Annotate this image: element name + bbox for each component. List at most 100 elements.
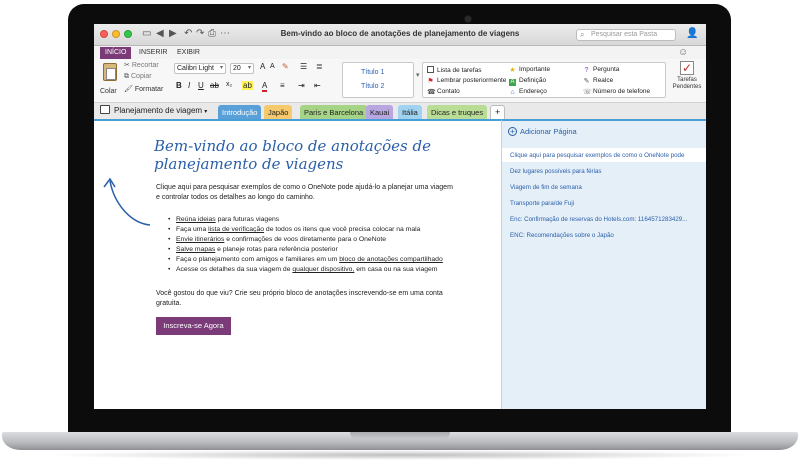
section-tab-italia[interactable]: Itália — [398, 105, 422, 119]
bullet-text: e confirmações de voos diretamente para … — [224, 236, 387, 243]
bold-button[interactable]: B — [176, 81, 182, 90]
search-icon: ⌕ — [580, 30, 585, 39]
page-list-item[interactable]: ENC: Recomendações sobre o Japão — [502, 228, 706, 242]
tab-inserir[interactable]: INSERIR — [134, 47, 172, 59]
tag-important[interactable]: ★ Importante — [509, 66, 550, 74]
indent-icon[interactable]: ⇥ — [298, 81, 305, 90]
chevron-down-icon[interactable]: ▾ — [416, 71, 420, 79]
page-list-item[interactable]: Viagem de fim de semana — [502, 180, 706, 194]
paper-icon — [106, 68, 116, 80]
add-page-button[interactable]: + Adicionar Página — [508, 127, 577, 136]
font-size-select[interactable]: 20 ▾ — [230, 63, 254, 74]
tag-label: Definição — [519, 77, 547, 84]
bullet-link[interactable]: lista de verificação — [208, 226, 264, 233]
bullet-text: em casa ou na sua viagem — [354, 266, 438, 273]
page-canvas[interactable]: Bem-vindo ao bloco de anotações de plane… — [94, 119, 501, 409]
strikethrough-icon[interactable]: ab — [210, 81, 219, 90]
tag-contact[interactable]: ☎Contato — [427, 88, 460, 96]
italic-button[interactable]: I — [188, 81, 190, 90]
bullet-link[interactable]: Salve mapas — [176, 246, 215, 253]
page-title: Bem-vindo ao bloco de anotações de plane… — [154, 137, 432, 173]
bullet-link[interactable]: bloco de anotações compartilhado — [339, 256, 443, 263]
tag-label: Contato — [437, 88, 460, 95]
bullet-link[interactable]: Reúna ideias — [176, 216, 216, 223]
paste-button[interactable]: Colar — [100, 61, 120, 99]
tag-highlight[interactable]: ✎ Realce — [583, 77, 614, 85]
intro-paragraph[interactable]: Clique aqui para pesquisar exemplos de c… — [156, 183, 456, 203]
notebook-name: Planejamento de viagem — [114, 106, 203, 115]
style-heading-1[interactable]: Título 1 — [361, 69, 384, 76]
curved-arrow-icon — [103, 177, 151, 226]
font-family-select[interactable]: Calibri Light ▾ — [174, 63, 226, 74]
section-tab-paris-barcelona[interactable]: Paris e Barcelona — [300, 105, 368, 119]
font-family-value: Calibri Light — [177, 65, 214, 72]
tag-label: Número de telefone — [593, 88, 651, 95]
tasks-label: Tarefas Pendentes — [672, 77, 702, 90]
todo-tasks-button[interactable]: ✓ Tarefas Pendentes — [670, 61, 704, 91]
decrease-font-icon[interactable]: A — [270, 63, 275, 70]
copy-label: Copiar — [131, 73, 152, 80]
brush-icon: 🖌 — [124, 86, 133, 93]
share-person-icon[interactable]: 👤 — [686, 28, 698, 39]
list-item: Envie itinerários e confirmações de voos… — [168, 235, 496, 245]
tab-inicio[interactable]: INÍCIO — [100, 47, 132, 59]
search-input[interactable]: ⌕ Pesquisar esta Pasta — [576, 29, 676, 41]
tag-question[interactable]: ? Pergunta — [583, 66, 620, 74]
styles-gallery[interactable]: Título 1 Título 2 — [342, 62, 414, 98]
underline-button[interactable]: U — [198, 81, 204, 90]
definition-icon: A — [509, 79, 516, 86]
bullets-icon[interactable]: ☰ — [300, 62, 307, 71]
outdent-icon[interactable]: ⇤ — [314, 81, 321, 90]
tag-label: Lista de tarefas — [437, 67, 482, 74]
closing-paragraph: Você gostou do que viu? Crie seu próprio… — [156, 290, 443, 307]
notebook-picker[interactable]: Planejamento de viagem ▾ — [100, 105, 207, 115]
sign-up-button[interactable]: Inscreva-se Agora — [156, 317, 231, 335]
highlight-icon: ✎ — [583, 78, 590, 85]
feedback-smiley-icon[interactable]: ☺ — [678, 47, 688, 58]
tag-remember[interactable]: ⚑ Lembrar posteriormente — [427, 77, 506, 85]
ribbon-tab-bar: INÍCIO INSERIR EXIBIR ☺ — [94, 46, 706, 59]
feature-list: Reúna ideias para futuras viagens Faça u… — [168, 215, 496, 275]
font-color-icon[interactable]: A — [262, 81, 268, 92]
subscript-icon[interactable]: x₂ — [226, 81, 232, 88]
laptop-notch — [350, 432, 450, 439]
clear-format-icon[interactable]: ✎ — [282, 62, 289, 71]
section-tab-kauai[interactable]: Kauai — [366, 105, 394, 119]
cut-button[interactable]: ✂ Recortar — [124, 61, 159, 69]
flag-icon: ⚑ — [427, 78, 434, 85]
section-tab-dicas[interactable]: Dicas e truques — [427, 105, 488, 119]
bullet-link[interactable]: qualquer dispositivo, — [292, 266, 354, 273]
tag-todo[interactable]: Lista de tarefas — [427, 66, 481, 74]
laptop-shadow — [40, 450, 760, 460]
list-item: Faça o planejamento com amigos e familia… — [168, 255, 496, 265]
list-item: Faça uma lista de verificação de todos o… — [168, 225, 496, 235]
copy-button[interactable]: ⧉ Copiar — [124, 73, 152, 81]
webcam-icon — [465, 16, 471, 22]
bullet-text: Faça o planejamento com amigos e familia… — [176, 256, 340, 263]
page-list-item[interactable]: Clique aqui para pesquisar exemplos de c… — [502, 148, 706, 162]
numbering-icon[interactable]: ≣ — [316, 62, 323, 71]
page-list-item[interactable]: Transporte para/de Fuji — [502, 196, 706, 210]
question-icon: ? — [584, 67, 589, 74]
copy-icon: ⧉ — [124, 73, 129, 80]
tag-definition[interactable]: A Definição — [509, 77, 546, 86]
highlight-color-icon[interactable]: ab — [242, 81, 253, 90]
tab-exibir[interactable]: EXIBIR — [172, 47, 205, 59]
tags-gallery[interactable]: Lista de tarefas ⚑ Lembrar posteriormente… — [422, 62, 666, 98]
bullet-text: Faça uma — [176, 226, 209, 233]
section-tab-introducao[interactable]: Introdução — [218, 105, 262, 119]
style-heading-2[interactable]: Título 2 — [361, 83, 384, 90]
page-list-item[interactable]: Dez lugares possíveis para férias — [502, 164, 706, 178]
section-tab-japao[interactable]: Japão — [264, 105, 293, 119]
increase-font-icon[interactable]: A — [260, 62, 265, 71]
tag-phone-number[interactable]: ☏Número de telefone — [583, 88, 650, 96]
chevron-down-icon: ▾ — [204, 109, 208, 115]
add-section-button[interactable]: + — [490, 105, 506, 119]
format-painter-button[interactable]: 🖌 Formatar — [124, 85, 163, 93]
tag-address[interactable]: ⌂ Endereço — [509, 88, 546, 96]
bullet-link[interactable]: Envie itinerários — [176, 236, 224, 243]
page-list-item[interactable]: Enc: Confirmação de reservas do Hotels.c… — [502, 212, 706, 226]
align-icon[interactable]: ≡ — [280, 81, 285, 90]
chevron-down-icon: ▾ — [219, 65, 223, 71]
star-icon: ★ — [509, 67, 516, 74]
